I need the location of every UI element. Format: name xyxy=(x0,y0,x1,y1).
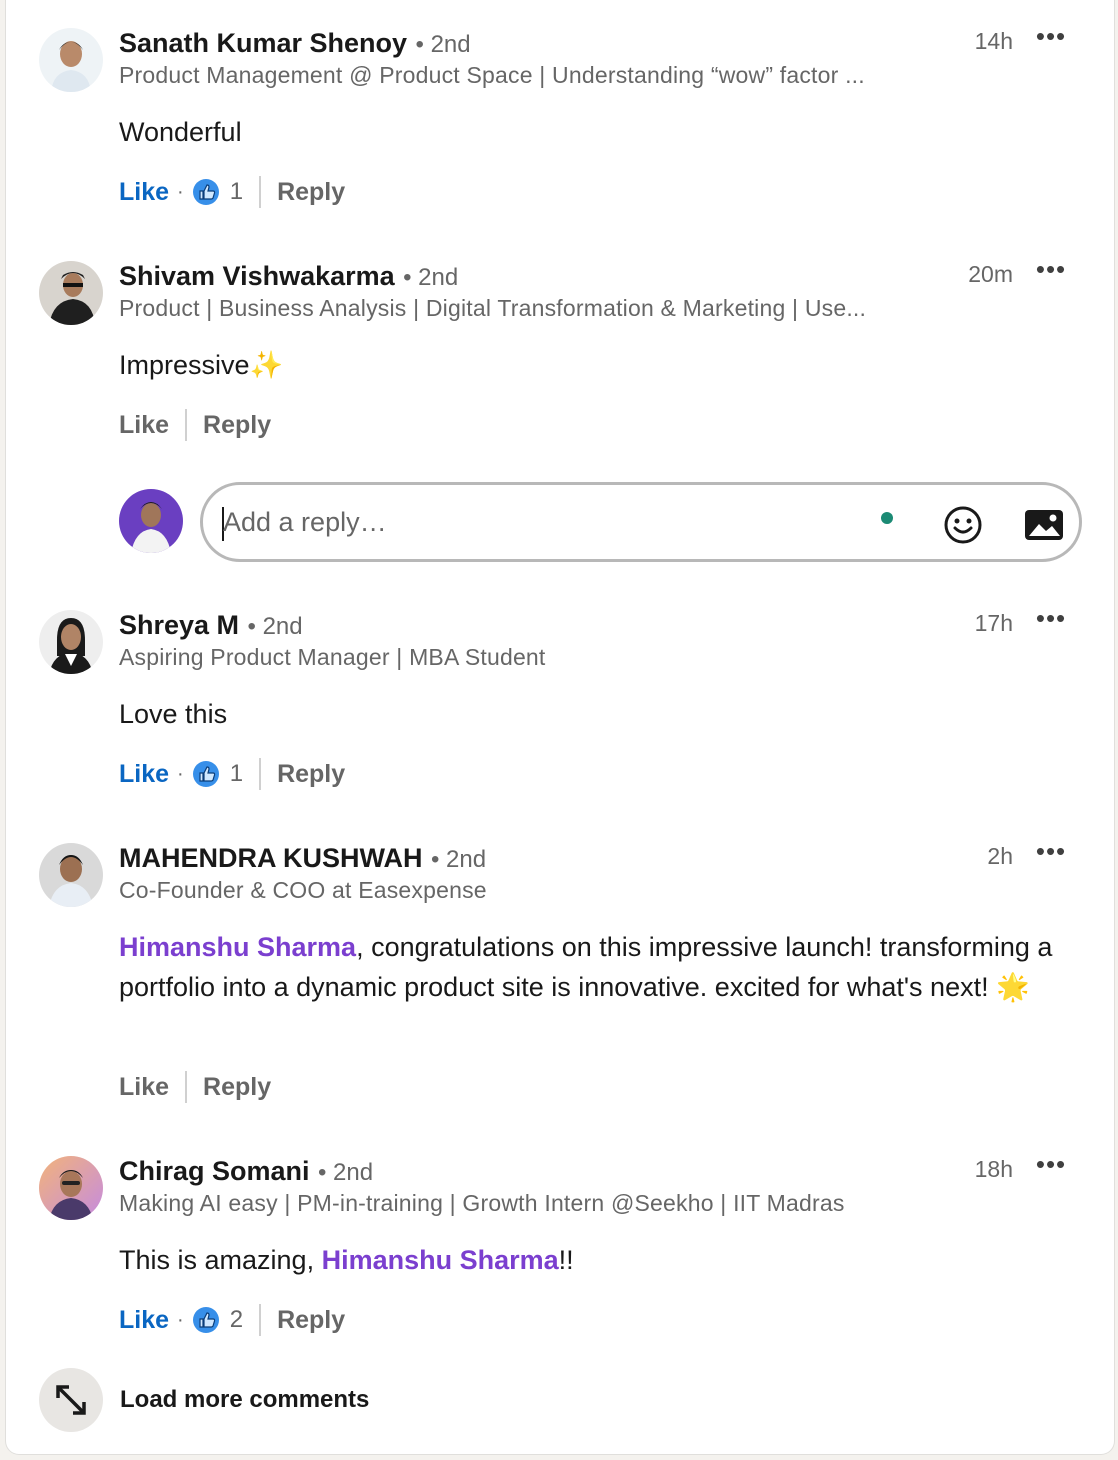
avatar[interactable] xyxy=(39,843,103,907)
comment-text: This is amazing, Himanshu Sharma!! xyxy=(119,1240,1069,1280)
comments-card: Sanath Kumar Shenoy • 2nd Product Manage… xyxy=(5,0,1115,1455)
image-icon[interactable] xyxy=(1023,507,1065,543)
comment-actions: Like · 1 Reply xyxy=(119,757,345,791)
author-headline: Product | Business Analysis | Digital Tr… xyxy=(119,295,867,321)
divider xyxy=(259,176,262,208)
author-name[interactable]: MAHENDRA KUSHWAH xyxy=(119,843,423,873)
comment-body: Impressive xyxy=(119,350,250,380)
comment-actions: Like · 1 Reply xyxy=(119,175,345,209)
connection-degree: • 2nd xyxy=(247,613,303,640)
like-button[interactable]: Like xyxy=(119,178,169,207)
comment-timestamp: 17h xyxy=(974,610,1013,636)
thumbs-up-reaction-icon[interactable] xyxy=(192,1306,220,1334)
comment-timestamp: 14h xyxy=(974,28,1013,54)
divider xyxy=(259,1304,262,1336)
author-name[interactable]: Shivam Vishwakarma xyxy=(119,261,395,291)
author-line: Sanath Kumar Shenoy • 2nd xyxy=(119,28,471,62)
avatar[interactable] xyxy=(39,1156,103,1220)
more-options-icon[interactable]: ••• xyxy=(1034,605,1068,638)
load-more-label[interactable]: Load more comments xyxy=(120,1386,369,1414)
author-headline: Product Management @ Product Space | Und… xyxy=(119,62,865,88)
reply-button[interactable]: Reply xyxy=(203,411,271,440)
like-button[interactable]: Like xyxy=(119,411,169,440)
avatar[interactable] xyxy=(39,610,103,674)
thumbs-up-reaction-icon[interactable] xyxy=(192,178,220,206)
reply-button[interactable]: Reply xyxy=(277,178,345,207)
load-more-comments-button[interactable]: Load more comments xyxy=(6,1368,1116,1432)
author-headline: Making AI easy | PM-in-training | Growth… xyxy=(119,1190,845,1216)
comment-body-suffix: !! xyxy=(558,1245,574,1275)
author-line: Chirag Somani • 2nd xyxy=(119,1156,373,1190)
divider xyxy=(259,758,262,790)
comment-body: Love this xyxy=(119,699,228,729)
author-name[interactable]: Shreya M xyxy=(119,610,239,640)
more-options-icon[interactable]: ••• xyxy=(1034,1151,1068,1184)
reply-input[interactable]: Add a reply… xyxy=(200,482,1082,562)
connection-degree: • 2nd xyxy=(430,846,487,873)
reply-placeholder: Add a reply… xyxy=(223,507,387,537)
reply-button[interactable]: Reply xyxy=(277,1306,345,1335)
separator-dot: · xyxy=(177,180,184,203)
divider xyxy=(185,409,188,441)
comment-text: Himanshu Sharma, congratulations on this… xyxy=(119,927,1069,1007)
more-options-icon[interactable]: ••• xyxy=(1034,23,1068,56)
author-line: Shreya M • 2nd xyxy=(119,610,303,644)
comment-actions: Like Reply xyxy=(119,1070,271,1104)
author-line: Shivam Vishwakarma • 2nd xyxy=(119,261,458,295)
comment-text: Impressive✨ xyxy=(119,345,1069,385)
comment-body: Wonderful xyxy=(119,117,242,147)
comment-text: Love this xyxy=(119,694,1069,734)
divider xyxy=(185,1071,188,1103)
separator-dot: · xyxy=(177,1308,184,1331)
current-user-avatar[interactable] xyxy=(119,489,183,553)
mention-link[interactable]: Himanshu Sharma xyxy=(119,932,356,962)
comment-actions: Like · 2 Reply xyxy=(119,1303,345,1337)
author-name[interactable]: Sanath Kumar Shenoy xyxy=(119,28,407,58)
like-button[interactable]: Like xyxy=(119,1073,169,1102)
reply-button[interactable]: Reply xyxy=(277,760,345,789)
thumbs-up-reaction-icon[interactable] xyxy=(192,760,220,788)
comment-timestamp: 2h xyxy=(987,843,1013,869)
avatar[interactable] xyxy=(39,28,103,92)
reply-button[interactable]: Reply xyxy=(203,1073,271,1102)
author-headline: Aspiring Product Manager | MBA Student xyxy=(119,644,546,670)
like-button[interactable]: Like xyxy=(119,1306,169,1335)
comment-timestamp: 20m xyxy=(968,261,1013,287)
comment-body-prefix: This is amazing, xyxy=(119,1245,322,1275)
comment-text: Wonderful xyxy=(119,112,1069,152)
expand-arrows-icon[interactable] xyxy=(39,1368,103,1432)
separator-dot: · xyxy=(177,762,184,785)
connection-degree: • 2nd xyxy=(317,1159,374,1186)
connection-degree: • 2nd xyxy=(415,31,471,58)
like-button[interactable]: Like xyxy=(119,760,169,789)
comment-actions: Like Reply xyxy=(119,408,271,442)
connection-degree: • 2nd xyxy=(403,264,459,291)
reaction-count[interactable]: 2 xyxy=(230,1306,243,1334)
author-headline: Co-Founder & COO at Easexpense xyxy=(119,877,487,903)
presence-dot xyxy=(881,512,893,524)
sparkles-emoji: ✨ xyxy=(249,350,284,380)
comment-timestamp: 18h xyxy=(974,1156,1013,1182)
more-options-icon[interactable]: ••• xyxy=(1034,838,1068,871)
reaction-count[interactable]: 1 xyxy=(230,178,243,206)
smiley-icon[interactable] xyxy=(943,505,983,545)
star-emoji: 🌟 xyxy=(996,972,1030,1002)
mention-link[interactable]: Himanshu Sharma xyxy=(322,1245,559,1275)
more-options-icon[interactable]: ••• xyxy=(1034,256,1068,289)
author-line: MAHENDRA KUSHWAH • 2nd xyxy=(119,843,486,877)
author-name[interactable]: Chirag Somani xyxy=(119,1156,310,1186)
reaction-count[interactable]: 1 xyxy=(230,760,243,788)
avatar[interactable] xyxy=(39,261,103,325)
reply-composer: Add a reply… xyxy=(6,482,1116,566)
